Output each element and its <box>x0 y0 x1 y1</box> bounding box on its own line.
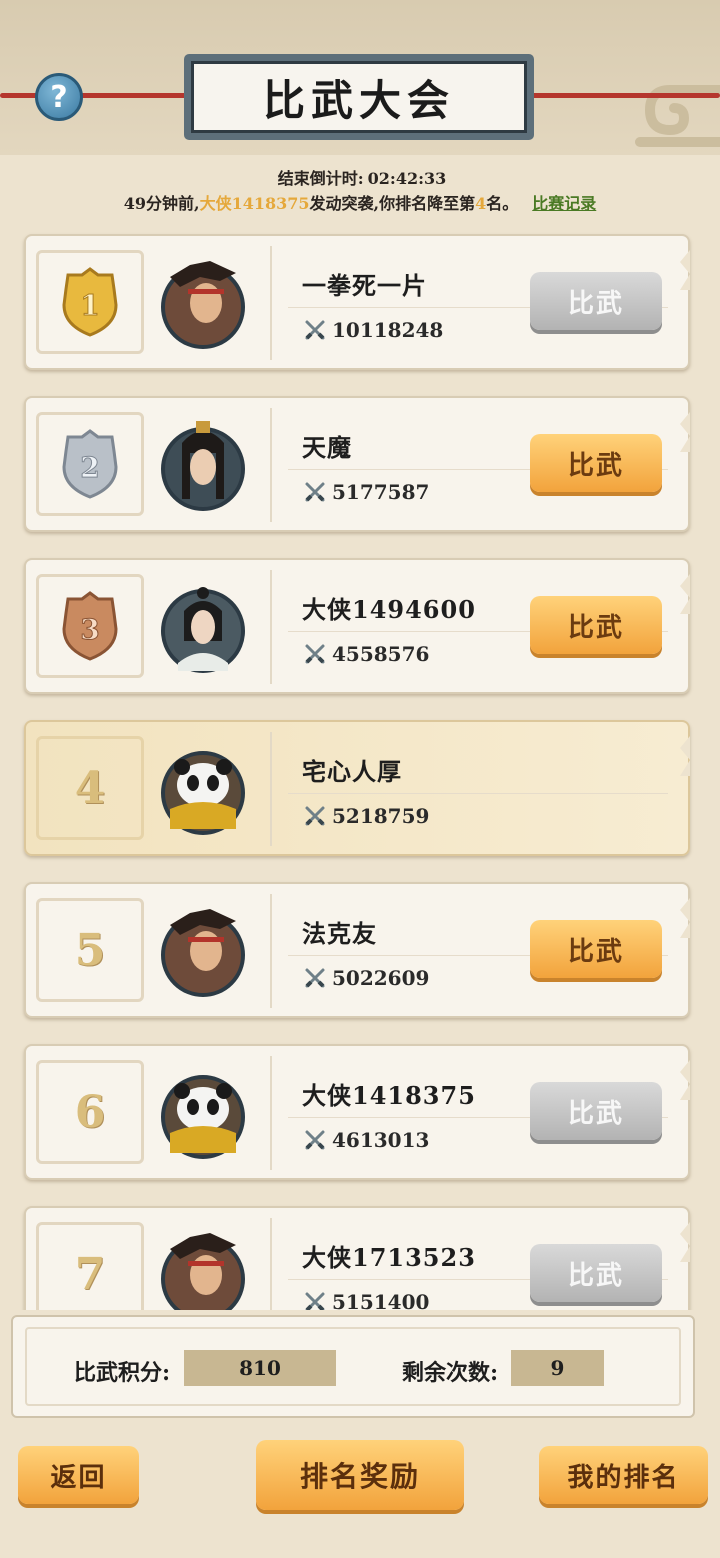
player-name: 一拳死一片 <box>302 271 427 300</box>
combat-power: 5177587 <box>332 480 430 504</box>
rank-badge: 4 <box>36 736 144 840</box>
bronze-medal-icon: 3 <box>62 591 118 661</box>
crossed-swords-icon <box>305 644 325 664</box>
ranking-row-self: 4 宅心人厚 5218759 <box>24 720 690 856</box>
divider <box>270 1218 272 1310</box>
scholar-avatar-icon <box>161 587 245 673</box>
remaining-value: 9 <box>511 1350 604 1386</box>
rank-badge: 2 <box>36 412 144 516</box>
combat-power: 5218759 <box>332 804 430 828</box>
challenge-button[interactable]: 比武 <box>530 272 662 330</box>
swordsman-avatar-icon <box>161 421 245 511</box>
combat-power: 5022609 <box>332 966 430 990</box>
power-row: 4558576 <box>304 642 429 666</box>
ranking-row: 6 大侠1418375 4613013 比武 <box>24 1044 690 1180</box>
crossed-swords-icon <box>305 806 325 826</box>
divider <box>270 570 272 684</box>
rank-badge: 7 <box>36 1222 144 1310</box>
player-name: 法克友 <box>302 919 377 948</box>
rank-number: 6 <box>74 1086 106 1138</box>
svg-text:3: 3 <box>80 613 99 646</box>
combat-power: 10118248 <box>332 318 444 342</box>
rank-number: 4 <box>74 762 106 814</box>
ranking-list[interactable]: 1 一拳死一片 10118248 比武 2 天魔 5177587 比武 3 大侠… <box>0 0 720 1310</box>
rank-rewards-button[interactable]: 排名奖励 <box>256 1440 464 1510</box>
ranking-row: 2 天魔 5177587 比武 <box>24 396 690 532</box>
power-row: 10118248 <box>304 318 443 342</box>
power-row: 4613013 <box>304 1128 429 1152</box>
combat-power: 5151400 <box>332 1290 430 1310</box>
rank-number: 7 <box>74 1248 106 1300</box>
divider <box>270 246 272 360</box>
warrior-avatar-icon <box>161 1233 245 1310</box>
panda-avatar-icon <box>161 751 245 835</box>
challenge-button[interactable]: 比武 <box>530 1082 662 1140</box>
crossed-swords-icon <box>305 320 325 340</box>
challenge-button[interactable]: 比武 <box>530 920 662 978</box>
ranking-row: 5 法克友 5022609 比武 <box>24 882 690 1018</box>
svg-text:1: 1 <box>80 289 99 322</box>
rank-badge: 5 <box>36 898 144 1002</box>
ranking-row: 1 一拳死一片 10118248 比武 <box>24 234 690 370</box>
challenge-button[interactable]: 比武 <box>530 1244 662 1302</box>
gold-medal-icon: 1 <box>62 267 118 337</box>
player-name: 宅心人厚 <box>302 757 402 786</box>
player-name: 天魔 <box>302 433 352 462</box>
power-row: 5022609 <box>304 966 429 990</box>
svg-text:2: 2 <box>80 451 99 484</box>
crossed-swords-icon <box>305 1130 325 1150</box>
player-name: 大侠1494600 <box>302 595 476 624</box>
challenge-button[interactable]: 比武 <box>530 596 662 654</box>
points-label: 比武积分: <box>74 1360 171 1386</box>
combat-power: 4613013 <box>332 1128 430 1152</box>
divider <box>270 1056 272 1170</box>
divider <box>270 732 272 846</box>
warrior-avatar-icon <box>161 261 245 349</box>
my-rank-button[interactable]: 我的排名 <box>539 1446 708 1504</box>
panda-avatar-icon <box>161 1075 245 1159</box>
crossed-swords-icon <box>305 482 325 502</box>
ranking-row: 7 大侠1713523 5151400 比武 <box>24 1206 690 1310</box>
power-row: 5218759 <box>304 804 429 828</box>
power-row: 5151400 <box>304 1290 429 1310</box>
divider <box>270 894 272 1008</box>
back-button[interactable]: 返回 <box>18 1446 139 1504</box>
silver-medal-icon: 2 <box>62 429 118 499</box>
player-name: 大侠1418375 <box>302 1081 476 1110</box>
warrior-avatar-icon <box>161 909 245 997</box>
rank-badge: 3 <box>36 574 144 678</box>
remaining-label: 剩余次数: <box>402 1360 499 1386</box>
rank-badge: 1 <box>36 250 144 354</box>
divider <box>270 408 272 522</box>
combat-power: 4558576 <box>332 642 430 666</box>
points-value: 810 <box>184 1350 336 1386</box>
rank-number: 5 <box>74 924 106 976</box>
ranking-row: 3 大侠1494600 4558576 比武 <box>24 558 690 694</box>
player-name: 大侠1713523 <box>302 1243 476 1272</box>
crossed-swords-icon <box>305 968 325 988</box>
rank-badge: 6 <box>36 1060 144 1164</box>
challenge-button[interactable]: 比武 <box>530 434 662 492</box>
power-row: 5177587 <box>304 480 429 504</box>
crossed-swords-icon <box>305 1292 325 1310</box>
divider-line <box>288 793 668 794</box>
